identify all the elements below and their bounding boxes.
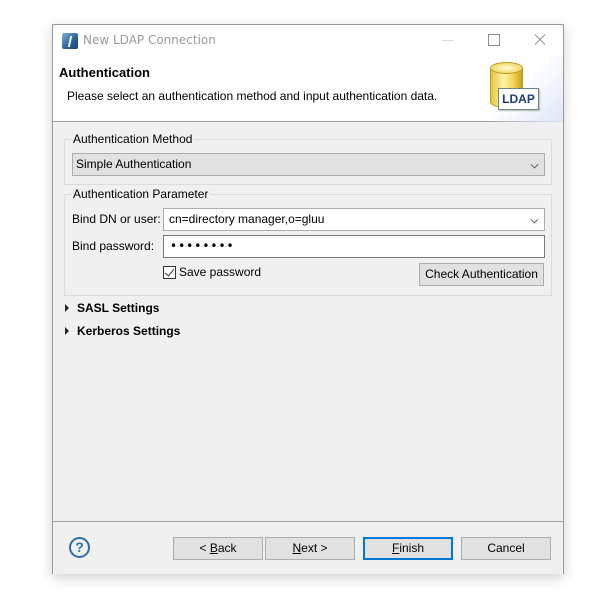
- check-authentication-button[interactable]: Check Authentication: [419, 263, 544, 286]
- authentication-parameter-legend: Authentication Parameter: [73, 187, 209, 201]
- save-password-checkbox[interactable]: [163, 266, 176, 279]
- sasl-settings-label[interactable]: SASL Settings: [77, 301, 159, 315]
- ldap-database-icon: LDAP: [490, 62, 542, 118]
- bind-password-label: Bind password:: [72, 239, 155, 253]
- finish-rest: inish: [399, 541, 425, 555]
- title-bar: New LDAP Connection: [53, 25, 563, 56]
- next-mnemonic: N: [292, 541, 302, 555]
- authentication-method-value: Simple Authentication: [76, 157, 192, 171]
- bind-dn-value: cn=directory manager,o=gluu: [169, 212, 325, 226]
- expand-triangle-icon[interactable]: [65, 327, 69, 335]
- bind-password-input[interactable]: ••••••••: [163, 235, 545, 258]
- new-ldap-connection-dialog: New LDAP Connection Authentication Pleas…: [52, 24, 564, 574]
- next-rest: ext >: [301, 541, 328, 555]
- finish-button[interactable]: Finish: [363, 537, 453, 560]
- sasl-settings-section[interactable]: SASL Settings: [65, 301, 159, 315]
- page-title: Authentication: [59, 65, 150, 80]
- kerberos-settings-label[interactable]: Kerberos Settings: [77, 324, 180, 338]
- ldap-label: LDAP: [498, 88, 539, 110]
- expand-triangle-icon[interactable]: [65, 304, 69, 312]
- back-mnemonic: B: [209, 541, 218, 555]
- authentication-method-select[interactable]: Simple Authentication: [72, 153, 545, 176]
- save-password-label[interactable]: Save password: [179, 265, 261, 279]
- button-bar: ? < Back Next > Finish Cancel: [53, 521, 563, 574]
- window-title: New LDAP Connection: [83, 33, 216, 47]
- cancel-button[interactable]: Cancel: [461, 537, 551, 560]
- help-icon[interactable]: ?: [69, 537, 90, 558]
- chevron-down-icon: [530, 160, 539, 169]
- database-top: [490, 62, 523, 74]
- next-button[interactable]: Next >: [265, 537, 355, 560]
- back-button[interactable]: < Back: [173, 537, 263, 560]
- back-prefix: <: [199, 541, 210, 555]
- authentication-method-legend: Authentication Method: [73, 132, 193, 146]
- bind-dn-combo[interactable]: cn=directory manager,o=gluu: [163, 208, 545, 231]
- chevron-down-icon[interactable]: [530, 215, 539, 224]
- page-description: Please select an authentication method a…: [67, 89, 438, 103]
- close-icon[interactable]: [517, 25, 563, 56]
- bind-dn-label: Bind DN or user:: [72, 212, 161, 226]
- wizard-banner: Authentication Please select an authenti…: [53, 56, 563, 122]
- minimize-icon[interactable]: [425, 25, 471, 56]
- back-rest: ack: [217, 541, 237, 555]
- app-icon: [62, 33, 78, 49]
- maximize-icon[interactable]: [471, 25, 517, 56]
- content-area: Authentication Method Simple Authenticat…: [53, 123, 563, 521]
- kerberos-settings-section[interactable]: Kerberos Settings: [65, 324, 180, 338]
